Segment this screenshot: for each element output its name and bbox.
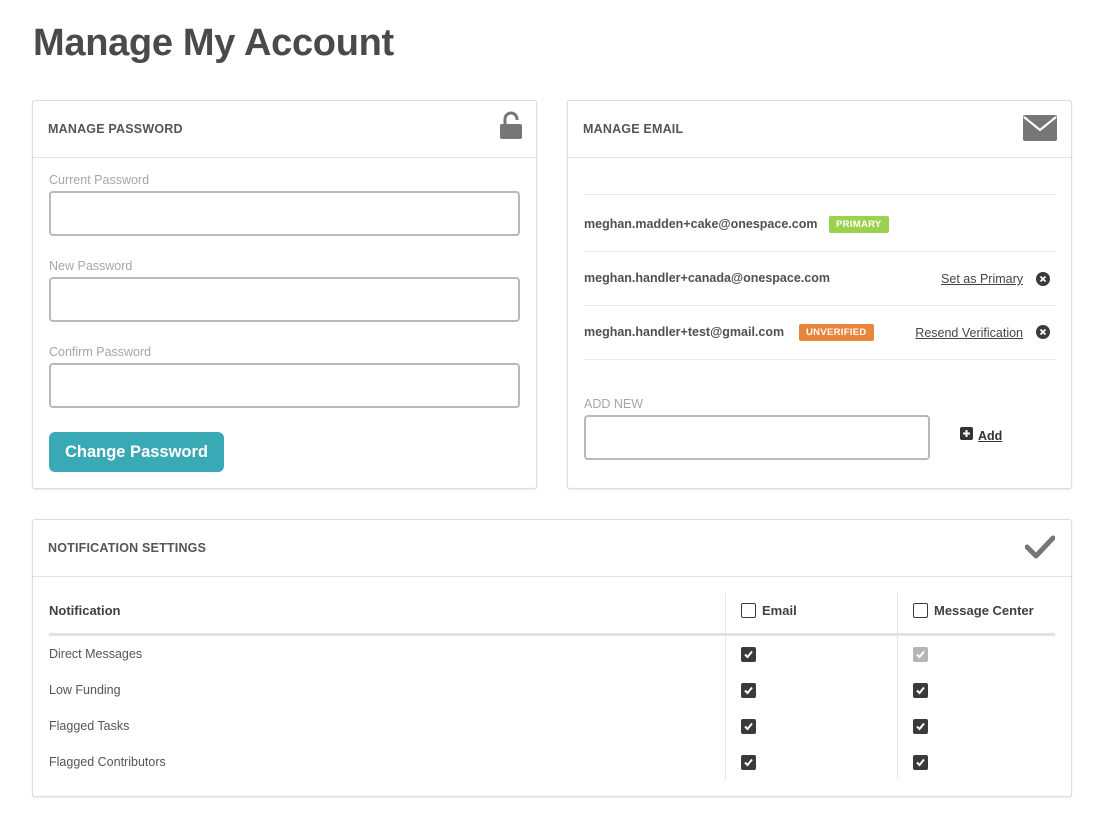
email-checkbox[interactable]: [741, 683, 756, 698]
divider: [584, 194, 1056, 195]
divider: [584, 251, 1056, 252]
panel-title: NOTIFICATION SETTINGS: [48, 541, 207, 555]
divider: [584, 359, 1056, 360]
add-button-label: Add: [978, 429, 1003, 443]
resend-verification-link[interactable]: Resend Verification: [915, 326, 1023, 340]
set-as-primary-link[interactable]: Set as Primary: [941, 272, 1023, 286]
new-email-input[interactable]: [584, 415, 930, 460]
email-column-header[interactable]: Email: [741, 603, 797, 618]
column-divider: [725, 593, 726, 779]
email-address: meghan.handler+canada@onespace.com: [584, 271, 830, 285]
table-header-rule: [49, 633, 1055, 636]
notification-settings-panel: NOTIFICATION SETTINGS Notification Email…: [32, 519, 1072, 797]
email-select-all-checkbox[interactable]: [741, 603, 756, 618]
email-checkbox[interactable]: [741, 755, 756, 770]
notification-label: Low Funding: [49, 683, 121, 697]
divider: [584, 305, 1056, 306]
new-password-input[interactable]: [49, 277, 520, 322]
envelope-icon: [1023, 115, 1057, 146]
notification-label: Flagged Contributors: [49, 755, 166, 769]
panel-title: MANAGE EMAIL: [583, 122, 684, 136]
add-email-button[interactable]: Add: [960, 427, 1002, 445]
message-center-select-all-checkbox[interactable]: [913, 603, 928, 618]
email-column-label: Email: [762, 603, 797, 618]
panel-header: MANAGE PASSWORD: [33, 101, 536, 158]
primary-badge: PRIMARY: [829, 216, 889, 233]
unverified-badge: UNVERIFIED: [799, 324, 874, 341]
checkmark-icon: [1024, 535, 1056, 564]
remove-email-icon[interactable]: [1036, 325, 1050, 339]
new-password-label: New Password: [49, 259, 133, 273]
message-center-column-header[interactable]: Message Center: [913, 603, 1034, 618]
notification-label: Flagged Tasks: [49, 719, 130, 733]
email-address: meghan.handler+test@gmail.com: [584, 325, 785, 339]
manage-password-panel: MANAGE PASSWORD Current Password New Pas…: [32, 100, 537, 489]
notification-label: Direct Messages: [49, 647, 143, 661]
confirm-password-input[interactable]: [49, 363, 520, 408]
column-divider: [897, 593, 898, 779]
message-center-checkbox[interactable]: [913, 719, 928, 734]
manage-email-panel: MANAGE EMAIL meghan.madden+cake@onespace…: [567, 100, 1072, 489]
panel-header: MANAGE EMAIL: [568, 101, 1071, 158]
plus-square-icon: [960, 427, 973, 445]
remove-email-icon[interactable]: [1036, 272, 1050, 286]
change-password-button[interactable]: Change Password: [49, 432, 224, 472]
current-password-label: Current Password: [49, 173, 150, 187]
email-checkbox[interactable]: [741, 719, 756, 734]
notification-column-header: Notification: [49, 603, 121, 618]
unlock-icon: [500, 111, 522, 144]
current-password-input[interactable]: [49, 191, 520, 236]
message-center-column-label: Message Center: [934, 603, 1034, 618]
add-new-label: ADD NEW: [584, 397, 644, 411]
page-title: Manage My Account: [33, 22, 394, 64]
message-center-checkbox: [913, 647, 928, 662]
panel-title: MANAGE PASSWORD: [48, 122, 183, 136]
email-address: meghan.madden+cake@onespace.com: [584, 217, 818, 231]
confirm-password-label: Confirm Password: [49, 345, 152, 359]
message-center-checkbox[interactable]: [913, 755, 928, 770]
panel-header: NOTIFICATION SETTINGS: [33, 520, 1071, 577]
message-center-checkbox[interactable]: [913, 683, 928, 698]
email-checkbox[interactable]: [741, 647, 756, 662]
